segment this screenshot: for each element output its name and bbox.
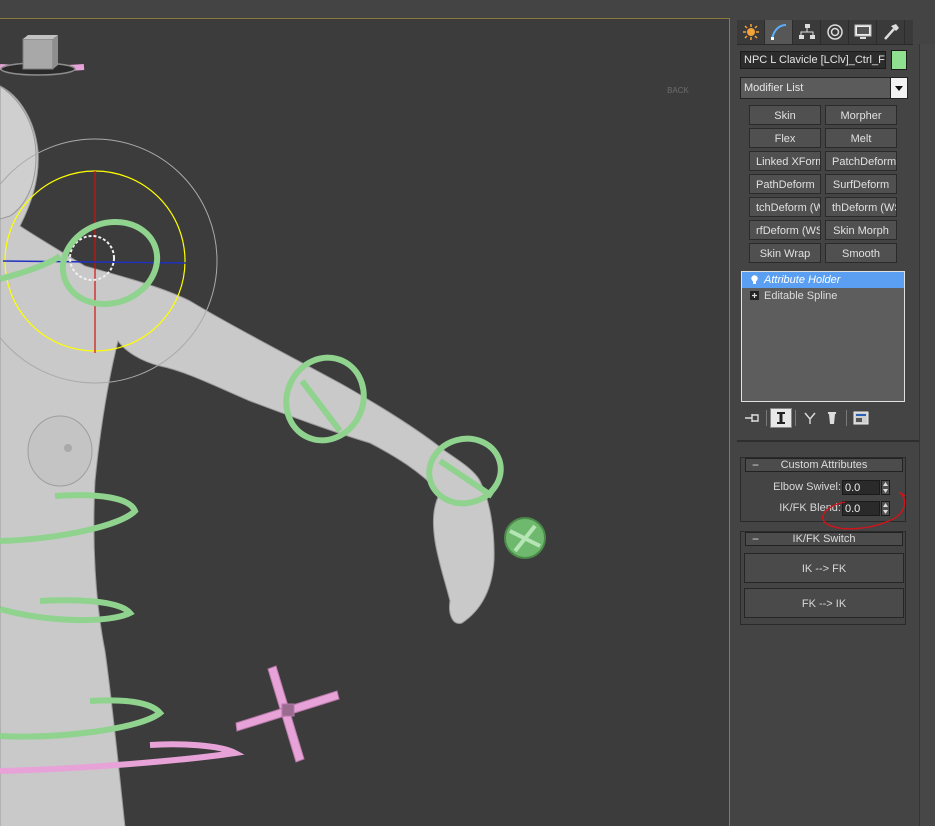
modifier-button-skin[interactable]: Skin	[749, 105, 821, 125]
fk-to-ik-button[interactable]: FK --> IK	[744, 588, 904, 618]
stack-item-label: Attribute Holder	[764, 274, 841, 286]
modifier-button-morpher[interactable]: Morpher	[825, 105, 897, 125]
modifier-button-linked-xform[interactable]: Linked XForm	[749, 151, 821, 171]
viewport-scene	[0, 64, 546, 826]
toolbar-divider	[766, 410, 767, 426]
modify-tab[interactable]	[765, 20, 793, 44]
show-end-result-button[interactable]	[770, 408, 792, 428]
modifier-button-melt[interactable]: Melt	[825, 128, 897, 148]
utilities-tab[interactable]	[877, 20, 905, 44]
modifier-button-set: Skin Morpher Flex Melt Linked XForm Patc…	[749, 105, 897, 263]
custom-attributes-header[interactable]: − Custom Attributes	[745, 458, 903, 472]
configure-sets-button[interactable]	[850, 408, 872, 428]
elbow-swivel-spinner[interactable]	[881, 480, 890, 495]
character-mesh[interactable]	[0, 85, 495, 826]
make-unique-icon	[804, 412, 816, 424]
lightbulb-icon[interactable]	[750, 275, 759, 284]
ik-to-fk-button[interactable]: IK --> FK	[744, 553, 904, 583]
modifier-stack[interactable]: Attribute Holder Editable Spline	[741, 271, 905, 402]
modifier-button-skin-morph[interactable]: Skin Morph	[825, 220, 897, 240]
collapse-minus-icon[interactable]: −	[752, 533, 759, 545]
monitor-icon	[854, 24, 871, 39]
modifier-list-dropdown[interactable]: Modifier List	[740, 77, 908, 99]
modifier-button-surfdeform[interactable]: SurfDeform	[825, 174, 897, 194]
collapse-minus-icon[interactable]: −	[752, 459, 759, 471]
make-unique-button[interactable]	[799, 408, 821, 428]
pin-stack-icon	[745, 414, 759, 422]
stack-item-editable-spline[interactable]: Editable Spline	[742, 288, 904, 304]
elbow-swivel-field[interactable]	[842, 480, 880, 495]
remove-modifier-icon	[828, 412, 836, 424]
hierarchy-icon	[798, 24, 815, 39]
motion-tab[interactable]	[821, 20, 849, 44]
pin-stack-button[interactable]	[741, 408, 763, 428]
toolbar-divider	[846, 410, 847, 426]
stack-item-attribute-holder[interactable]: Attribute Holder	[742, 272, 904, 288]
panel-divider	[737, 440, 919, 442]
modifier-list-label: Modifier List	[744, 82, 804, 94]
custom-attributes-rollout: − Custom Attributes Elbow Swivel: IK/FK …	[740, 457, 906, 522]
elbow-swivel-label: Elbow Swivel:	[773, 481, 841, 493]
hierarchy-tab[interactable]	[793, 20, 821, 44]
modifier-button-flex[interactable]: Flex	[749, 128, 821, 148]
modifier-button-pathdeform-wsm[interactable]: thDeform (WSI	[825, 197, 897, 217]
display-tab[interactable]	[849, 20, 877, 44]
toolbar-divider	[795, 410, 796, 426]
configure-sets-icon	[853, 411, 869, 425]
command-panel-tabs	[737, 20, 913, 45]
point-helper[interactable]	[235, 665, 340, 763]
hand-ik-control[interactable]	[504, 517, 546, 559]
modifier-button-patchdeform-wsm[interactable]: tchDeform (WS	[749, 197, 821, 217]
ikfk-blend-label: IK/FK Blend:	[779, 502, 841, 514]
rollout-title: Custom Attributes	[780, 459, 868, 471]
modifier-button-smooth[interactable]: Smooth	[825, 243, 897, 263]
modifier-button-patchdeform[interactable]: PatchDeform	[825, 151, 897, 171]
expand-plus-icon[interactable]	[750, 291, 759, 300]
stack-toolbar	[741, 408, 905, 428]
create-tab[interactable]	[737, 20, 765, 44]
panel-scrollbar[interactable]	[919, 44, 935, 826]
rollout-title: IK/FK Switch	[792, 533, 856, 545]
stack-item-label: Editable Spline	[764, 290, 838, 302]
curve-icon	[770, 24, 786, 40]
sun-icon	[742, 24, 759, 40]
ikfk-blend-spinner[interactable]	[881, 501, 890, 516]
target-icon	[826, 24, 843, 40]
show-end-result-icon	[777, 412, 785, 424]
modifier-button-skin-wrap[interactable]: Skin Wrap	[749, 243, 821, 263]
modifier-button-surfdeform-wsm[interactable]: rfDeform (WSN	[749, 220, 821, 240]
object-color-swatch[interactable]	[891, 50, 907, 70]
remove-modifier-button[interactable]	[821, 408, 843, 428]
modifier-button-pathdeform[interactable]: PathDeform	[749, 174, 821, 194]
ikfk-switch-header[interactable]: − IK/FK Switch	[745, 532, 903, 546]
object-name-field[interactable]: NPC L Clavicle [LClv]_Ctrl_F	[740, 51, 886, 69]
perspective-viewport[interactable]: BACK	[0, 18, 730, 826]
ikfk-blend-field[interactable]	[842, 501, 880, 516]
hammer-icon	[883, 24, 899, 40]
viewcube[interactable]	[0, 19, 76, 77]
chevron-down-icon[interactable]	[890, 78, 907, 98]
